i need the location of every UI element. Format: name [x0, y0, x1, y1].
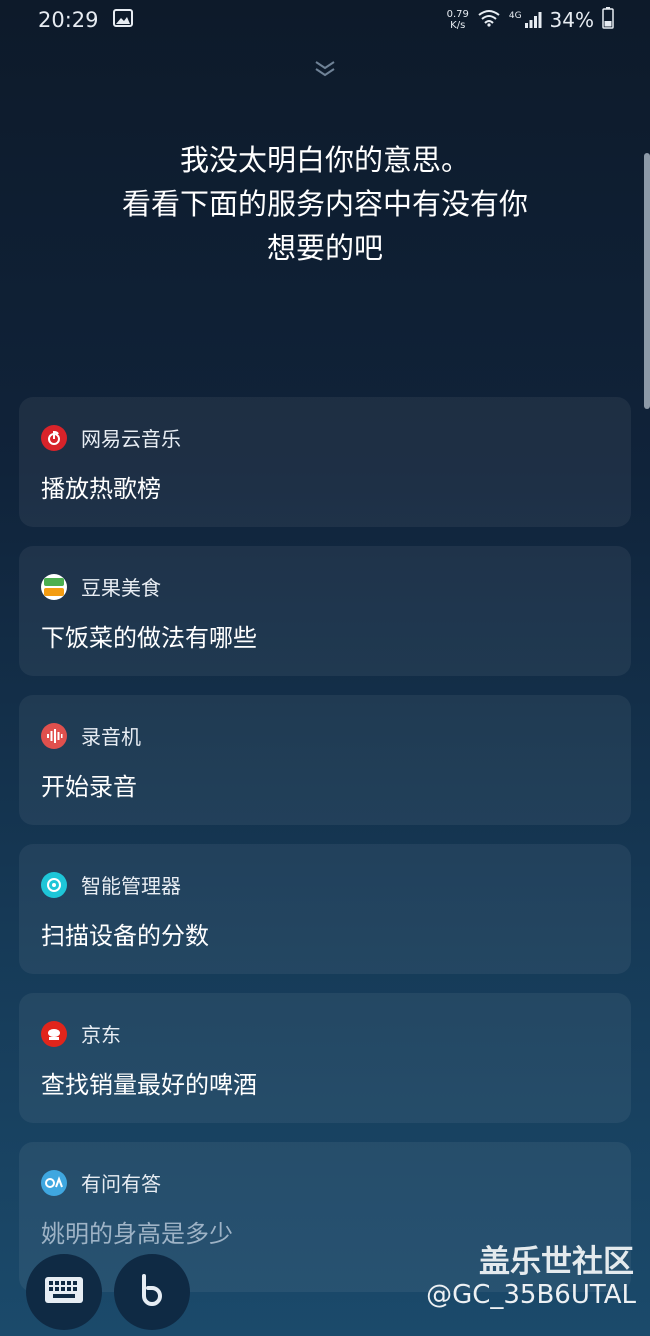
suggestion-card-device-care[interactable]: 智能管理器 扫描设备的分数 [19, 844, 631, 974]
netease-music-icon [41, 424, 67, 451]
app-name: 网易云音乐 [81, 427, 181, 451]
app-name: 录音机 [81, 725, 141, 749]
network-speed: 0.79 K/s [446, 9, 469, 31]
status-bar: 20:29 0.79 K/s 4G 34% [0, 0, 650, 40]
app-name: 智能管理器 [81, 874, 181, 898]
suggestion-command: 查找销量最好的啤酒 [41, 1071, 257, 1099]
watermark-handle: @GC_35B6UTAL [426, 1280, 636, 1310]
wifi-icon [477, 8, 501, 32]
signal-icon: 4G [509, 11, 542, 29]
message-line-2: 看看下面的服务内容中有没有你 [121, 187, 528, 221]
suggestion-card-recorder[interactable]: 录音机 开始录音 [19, 695, 631, 825]
voice-recorder-icon [41, 722, 67, 749]
app-name: 豆果美食 [81, 576, 161, 600]
collapse-chevron-icon[interactable] [312, 58, 338, 80]
bixby-button[interactable] [114, 1254, 190, 1330]
assistant-message: 我没太明白你的意思。 看看下面的服务内容中有没有你 想要的吧 [60, 138, 590, 270]
message-line-3: 想要的吧 [266, 231, 383, 265]
message-line-1: 我没太明白你的意思。 [179, 143, 470, 177]
suggestion-card-jd[interactable]: 京东 查找销量最好的啤酒 [19, 993, 631, 1123]
app-name: 京东 [81, 1023, 121, 1047]
bixby-icon [134, 1272, 170, 1312]
gallery-notification-icon [112, 8, 133, 32]
jd-icon [41, 1020, 67, 1047]
keyboard-button[interactable] [26, 1254, 102, 1330]
app-name: 有问有答 [81, 1172, 161, 1196]
suggestion-card-douguo[interactable]: 豆果美食 下饭菜的做法有哪些 [19, 546, 631, 676]
suggestion-command: 下饭菜的做法有哪些 [41, 624, 257, 652]
device-care-icon [41, 871, 67, 898]
scrollbar[interactable] [644, 153, 650, 409]
suggestion-command: 开始录音 [41, 773, 137, 801]
suggestion-command: 扫描设备的分数 [41, 922, 209, 950]
status-time: 20:29 [38, 8, 99, 32]
suggestion-command: 播放热歌榜 [41, 475, 161, 503]
qa-icon [41, 1169, 67, 1196]
watermark-title: 盖乐世社区 [479, 1244, 634, 1280]
suggestion-command: 姚明的身高是多少 [41, 1220, 233, 1248]
battery-icon [602, 6, 614, 34]
suggestion-card-netease[interactable]: 网易云音乐 播放热歌榜 [19, 397, 631, 527]
keyboard-icon [44, 1276, 84, 1308]
douguo-food-icon [41, 573, 67, 600]
battery-percent: 34% [549, 8, 594, 32]
